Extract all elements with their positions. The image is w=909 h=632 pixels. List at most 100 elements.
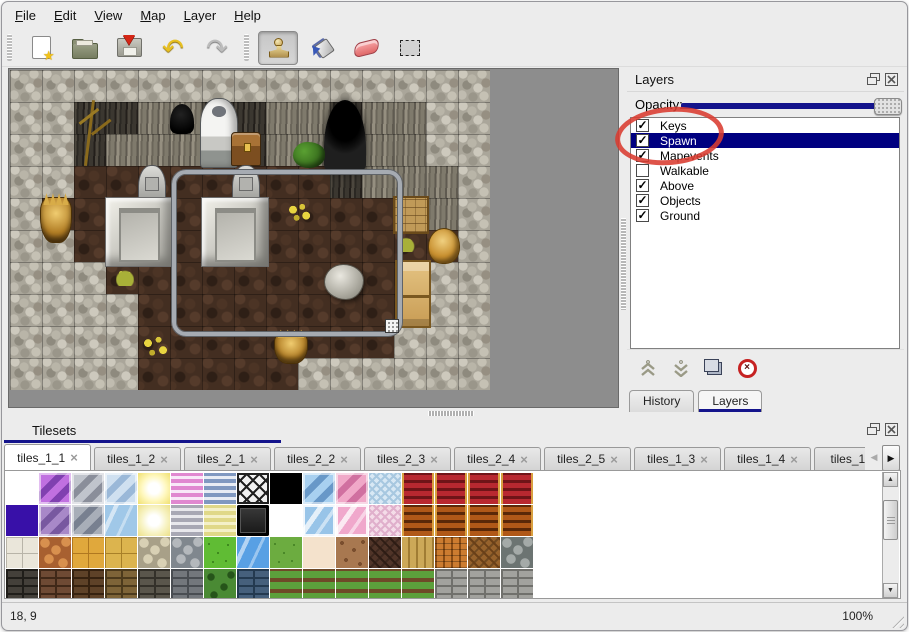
map-tile[interactable]: [74, 134, 106, 166]
palette-tile[interactable]: [105, 473, 137, 504]
map-tile[interactable]: [42, 102, 74, 134]
open-file-button[interactable]: [65, 31, 105, 65]
map-tile[interactable]: [10, 262, 42, 294]
map-tile[interactable]: [42, 262, 74, 294]
layer-row-ground[interactable]: ✓Ground: [631, 208, 899, 223]
save-file-button[interactable]: [109, 31, 149, 65]
palette-tile[interactable]: [336, 505, 368, 536]
map-tile[interactable]: [458, 70, 490, 102]
map-tile[interactable]: [202, 70, 234, 102]
layer-checkbox-keys[interactable]: ✓: [636, 119, 649, 132]
palette-tile[interactable]: [435, 473, 467, 504]
tileset-tab-tiles_2_1[interactable]: tiles_2_1×: [184, 447, 271, 470]
map-tile[interactable]: [202, 358, 234, 390]
raise-layer-button[interactable]: [637, 358, 659, 378]
map-tile[interactable]: [106, 358, 138, 390]
selection-rectangle[interactable]: [172, 170, 402, 336]
map-tile[interactable]: [426, 294, 458, 326]
map-tile[interactable]: [42, 294, 74, 326]
layer-row-walkable[interactable]: Walkable: [631, 163, 899, 178]
map-tile[interactable]: [74, 198, 106, 230]
map-tile[interactable]: [266, 134, 298, 166]
map-tile[interactable]: [234, 70, 266, 102]
palette-tile[interactable]: [369, 537, 401, 568]
tab-close-icon[interactable]: ×: [610, 452, 618, 467]
palette-tile[interactable]: [501, 569, 533, 599]
palette-tile[interactable]: [468, 505, 500, 536]
palette-tile[interactable]: [39, 473, 71, 504]
palette-tile[interactable]: [105, 569, 137, 599]
palette-tile[interactable]: [105, 505, 137, 536]
palette-tile[interactable]: [336, 473, 368, 504]
map-tile[interactable]: [74, 166, 106, 198]
map-tile[interactable]: [394, 358, 426, 390]
tab-close-icon[interactable]: ×: [160, 452, 168, 467]
eraser-tool-button[interactable]: [346, 31, 386, 65]
close-panel-icon[interactable]: [884, 72, 898, 86]
palette-tile[interactable]: [237, 505, 269, 536]
map-tile[interactable]: [74, 70, 106, 102]
select-tool-button[interactable]: [390, 31, 430, 65]
menu-file[interactable]: File: [6, 5, 45, 26]
map-tile[interactable]: [170, 358, 202, 390]
palette-tile[interactable]: [138, 537, 170, 568]
palette-tile[interactable]: [204, 537, 236, 568]
palette-tile[interactable]: [468, 537, 500, 568]
map-tile[interactable]: [266, 70, 298, 102]
palette-tile[interactable]: [237, 473, 269, 504]
map-tile[interactable]: [42, 326, 74, 358]
scrollbar-thumb[interactable]: [883, 500, 898, 540]
map-tile[interactable]: [106, 262, 138, 294]
map-tile[interactable]: [74, 102, 106, 134]
palette-tile[interactable]: [39, 569, 71, 599]
map-tile[interactable]: [170, 70, 202, 102]
menu-view[interactable]: View: [85, 5, 131, 26]
palette-tile[interactable]: [72, 569, 104, 599]
map-tile[interactable]: [10, 134, 42, 166]
map-tile[interactable]: [10, 230, 42, 262]
palette-tile[interactable]: [303, 569, 335, 599]
lower-layer-button[interactable]: [670, 358, 692, 378]
map-tile[interactable]: [394, 134, 426, 166]
palette-tile[interactable]: [336, 569, 368, 599]
palette-tile[interactable]: [303, 505, 335, 536]
palette-tile[interactable]: [402, 505, 434, 536]
palette-tile[interactable]: [138, 473, 170, 504]
map-tile[interactable]: [74, 358, 106, 390]
map-tile[interactable]: [106, 134, 138, 166]
map-tile[interactable]: [42, 134, 74, 166]
palette-tile[interactable]: [39, 537, 71, 568]
vertical-splitter[interactable]: [620, 68, 627, 408]
toolbar-drag-handle[interactable]: [244, 34, 249, 61]
palette-tile[interactable]: [204, 505, 236, 536]
palette-tile[interactable]: [402, 473, 434, 504]
toolbar-drag-handle[interactable]: [7, 34, 12, 61]
palette-tile[interactable]: [72, 473, 104, 504]
float-panel-icon[interactable]: [866, 422, 880, 436]
map-tile[interactable]: [426, 70, 458, 102]
map-tile[interactable]: [138, 198, 170, 230]
palette-tile[interactable]: [237, 537, 269, 568]
layer-checkbox-spawn[interactable]: ✓: [636, 134, 649, 147]
splitter-grip[interactable]: [621, 218, 626, 310]
map-tile[interactable]: [138, 294, 170, 326]
tab-close-icon[interactable]: ×: [70, 450, 78, 465]
palette-tile[interactable]: [402, 569, 434, 599]
palette-tile[interactable]: [501, 505, 533, 536]
new-file-button[interactable]: [21, 31, 61, 65]
map-tile[interactable]: [74, 326, 106, 358]
palette-tile[interactable]: [435, 569, 467, 599]
map-tile[interactable]: [458, 262, 490, 294]
palette-tile[interactable]: [468, 569, 500, 599]
map-tile[interactable]: [138, 134, 170, 166]
tab-layers[interactable]: Layers: [698, 390, 762, 412]
palette-tile[interactable]: [72, 505, 104, 536]
scroll-tabs-right-button[interactable]: ▶: [882, 445, 900, 471]
palette-tile[interactable]: [369, 569, 401, 599]
scroll-down-button[interactable]: ▼: [883, 583, 898, 598]
stamp-tool-button[interactable]: [258, 31, 298, 65]
map-tile[interactable]: [426, 262, 458, 294]
map-tile[interactable]: [458, 102, 490, 134]
palette-tile[interactable]: [6, 569, 38, 599]
map-tile[interactable]: [234, 134, 266, 166]
